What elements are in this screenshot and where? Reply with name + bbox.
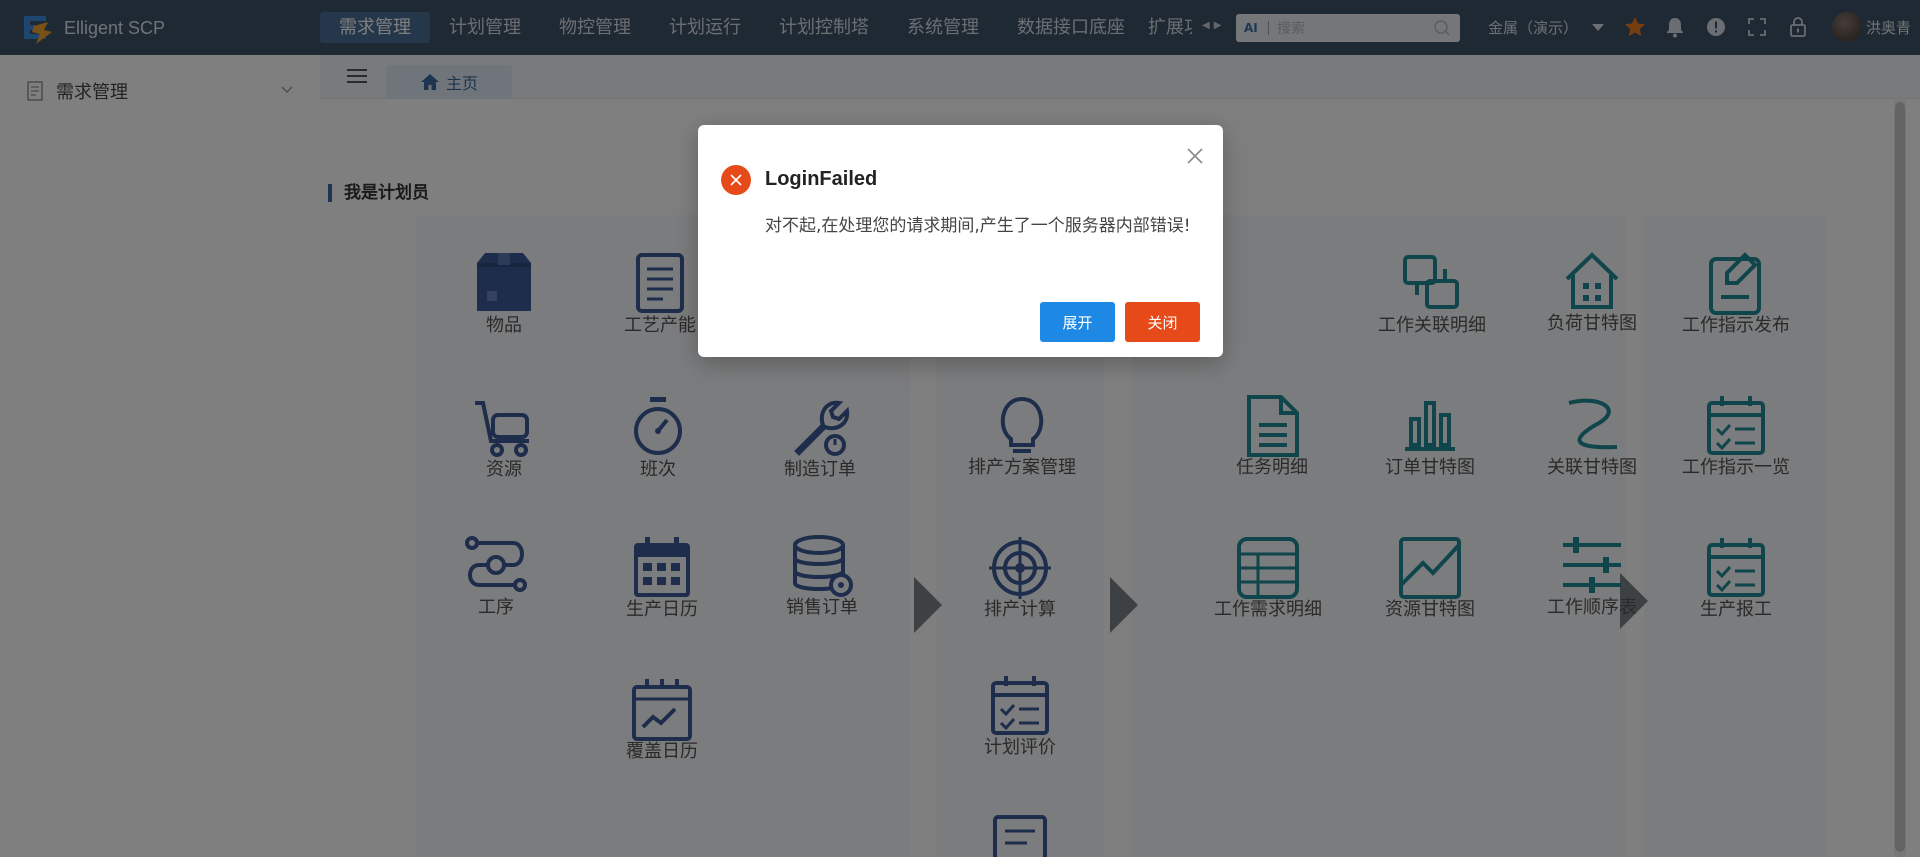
error-icon [721, 165, 751, 195]
expand-button[interactable]: 展开 [1040, 302, 1115, 342]
close-button[interactable]: 关闭 [1125, 302, 1200, 342]
dialog-title: LoginFailed [765, 168, 878, 190]
dialog-message: 对不起,在处理您的请求期间,产生了一个服务器内部错误! [765, 216, 1191, 236]
close-icon[interactable] [1184, 145, 1206, 167]
error-dialog: LoginFailed 对不起,在处理您的请求期间,产生了一个服务器内部错误! … [698, 125, 1223, 357]
